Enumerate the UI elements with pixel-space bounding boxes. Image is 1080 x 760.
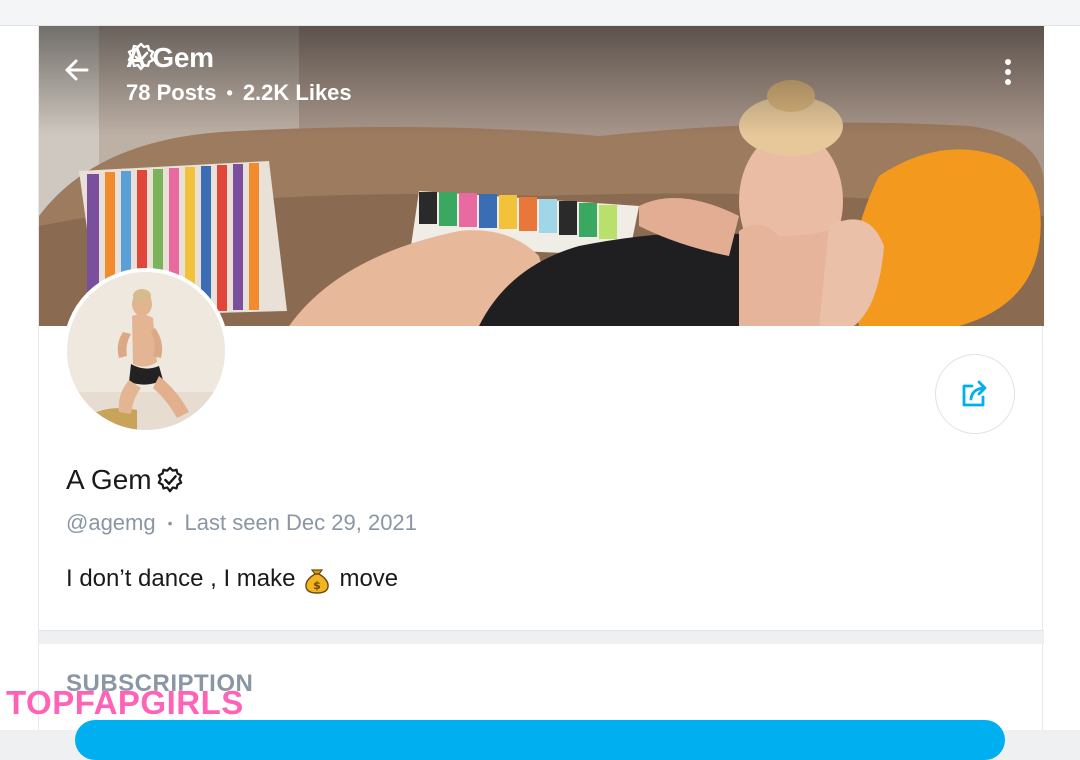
likes-count: 2.2K Likes (242, 80, 352, 105)
last-seen-text: Last seen Dec 29, 2021 (184, 510, 417, 535)
avatar[interactable] (63, 268, 229, 434)
meta-separator: • (167, 515, 173, 531)
section-divider (39, 630, 1044, 644)
money-bag-emoji-icon: $ (303, 564, 331, 594)
profile-handle[interactable]: @agemg (66, 510, 156, 536)
posts-count: 78 Posts (126, 80, 217, 105)
arrow-left-icon (65, 59, 89, 81)
svg-text:$: $ (314, 579, 322, 592)
header-stats: 78 Posts • 2.2K Likes (126, 80, 352, 106)
more-options-button[interactable] (990, 54, 1026, 90)
bio-text-start: I don’t dance , I make (66, 565, 296, 592)
profile-name: A Gem (66, 464, 184, 496)
more-vertical-icon-dot (1005, 79, 1011, 85)
more-vertical-icon (1005, 59, 1011, 65)
share-button[interactable] (935, 354, 1015, 434)
more-vertical-icon-dot (1005, 69, 1011, 75)
bio-text-end: move (339, 565, 399, 592)
browser-top-strip (0, 0, 1080, 26)
profile-meta: @agemg • Last seen Dec 29, 2021 (66, 510, 417, 536)
stats-separator: • (226, 82, 233, 103)
verified-badge-icon (157, 466, 182, 493)
profile-column: A Gem 78 Posts • 2.2K Likes A Gem @agemg… (38, 26, 1044, 760)
profile-bio: I don’t dance , I make $ move (66, 564, 398, 594)
watermark-logo: TOPFAPGIRLS (6, 684, 244, 721)
verified-badge-icon (127, 42, 155, 71)
share-icon (962, 380, 987, 407)
profile-page: A Gem 78 Posts • 2.2K Likes A Gem @agemg… (0, 26, 1080, 760)
header-title: A Gem (126, 42, 214, 74)
subscribe-button[interactable] (75, 720, 1005, 760)
profile-display-name: A Gem (66, 464, 152, 495)
back-button[interactable] (61, 54, 97, 90)
avatar-photo (67, 272, 225, 430)
